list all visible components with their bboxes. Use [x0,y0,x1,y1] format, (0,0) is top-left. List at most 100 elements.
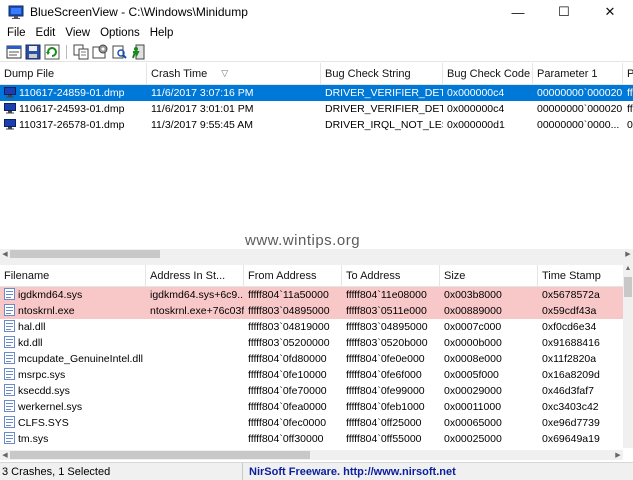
crash-bug-string-cell: DRIVER_IRQL_NOT_LESS... [325,119,443,131]
module-file-icon [4,288,15,301]
crash-param1-cell: 00000000`0000... [537,119,620,131]
crash-p-cell: 00 [627,119,633,131]
module-row[interactable]: ntoskrnl.exe ntoskrnl.exe+76c03f fffff803`… [0,303,623,319]
column-filename[interactable]: Filename [0,265,146,286]
module-row[interactable]: ksecdd.sys fffff804`0fe70000 fffff804`0fe9… [0,383,623,399]
module-file-cell: tm.sys [0,431,146,447]
status-crash-count: 3 Crashes, 1 Selected [0,463,243,480]
module-ts-cell: 0x11f2820a [542,353,597,365]
bsod-dump-icon [4,118,16,130]
column-dump-file[interactable]: Dump File [0,63,147,84]
module-ts-cell: 0x59cdf43a [542,305,597,317]
scroll-left-icon[interactable]: ◀ [0,451,10,459]
column-parameter-2[interactable]: P [623,63,633,84]
module-to-cell: fffff803`0511e000 [346,305,427,317]
module-size-cell: 0x0008e000 [444,353,502,365]
module-file-icon [4,416,15,429]
close-button[interactable]: ✕ [587,0,633,24]
module-from-cell: fffff803`05200000 [248,337,330,349]
module-file-name: igdkmd64.sys [18,289,83,301]
module-from-cell: fffff804`0fe10000 [248,369,327,381]
module-file-name: kd.dll [18,337,43,349]
save-icon[interactable] [24,43,42,61]
module-row[interactable]: mcupdate_GenuineIntel.dll fffff804`0fd800… [0,351,623,367]
module-row[interactable]: tm.sys fffff804`0ff30000 fffff804`0ff55000… [0,431,623,447]
crash-file-cell: 110617-24593-01.dmp [0,101,147,117]
crash-row[interactable]: 110617-24593-01.dmp 11/6/2017 3:01:01 PM D… [0,101,633,117]
column-address-in-stack[interactable]: Address In St... [146,265,244,286]
column-to-address[interactable]: To Address [342,265,440,286]
search-icon[interactable] [110,43,128,61]
crash-time-cell: 11/3/2017 9:55:45 AM [151,119,253,131]
module-row[interactable]: msrpc.sys fffff804`0fe10000 fffff804`0fe6f… [0,367,623,383]
module-file-cell: ksecdd.sys [0,383,146,399]
crash-bug-code-cell: 0x000000c4 [447,103,505,115]
module-file-name: ksecdd.sys [18,385,70,397]
module-to-cell: fffff804`11e08000 [346,289,427,301]
properties-icon[interactable] [5,43,23,61]
column-from-address[interactable]: From Address [244,265,342,286]
refresh-icon[interactable] [43,43,61,61]
options-icon[interactable] [91,43,109,61]
module-row[interactable]: hal.dll fffff803`04819000 fffff803`0489500… [0,319,623,335]
minimize-button[interactable]: — [495,0,541,24]
nirsoft-link[interactable]: NirSoft Freeware. http://www.nirsoft.net [243,466,456,478]
scroll-left-icon[interactable]: ◀ [0,250,10,258]
module-file-icon [4,432,15,445]
crash-list-hscroll[interactable]: ◀ ▶ [0,249,633,259]
module-to-cell: fffff803`0520b000 [346,337,428,349]
column-bug-check-code[interactable]: Bug Check Code [443,63,533,84]
modules-list-hscroll-thumb[interactable] [10,451,310,459]
menu-help[interactable]: Help [145,27,179,39]
column-time-stamp[interactable]: Time Stamp [538,265,623,286]
module-row[interactable]: CLFS.SYS fffff804`0fec0000 fffff804`0ff250… [0,415,623,431]
module-size-cell: 0x0000b000 [444,337,502,349]
column-parameter-1[interactable]: Parameter 1 [533,63,623,84]
sort-indicator-icon: ▽ [221,68,229,78]
module-file-name: hal.dll [18,321,46,333]
column-bug-check-string[interactable]: Bug Check String [321,63,443,84]
toolbar [0,42,633,62]
crash-row[interactable]: 110317-26578-01.dmp 11/3/2017 9:55:45 AM D… [0,117,633,133]
menu-edit[interactable]: Edit [31,27,61,39]
module-from-cell: fffff804`0ff30000 [248,433,324,445]
exit-icon[interactable] [129,43,147,61]
crash-time-cell: 11/6/2017 3:07:16 PM [151,87,254,99]
menu-view[interactable]: View [60,27,95,39]
module-to-cell: fffff803`04895000 [346,321,428,333]
modules-list-pane: Filename Address In St... From Address T… [0,265,633,448]
modules-list-hscroll[interactable]: ◀ ▶ [0,450,623,460]
module-file-name: ntoskrnl.exe [18,305,75,317]
module-row[interactable]: igdkmd64.sys igdkmd64.sys+6c9... fffff804`… [0,287,623,303]
crash-list-hscroll-thumb[interactable] [10,250,160,258]
scroll-up-icon[interactable]: ▲ [623,265,633,275]
modules-list-vscroll[interactable]: ▲ [623,265,633,448]
modules-list-header: Filename Address In St... From Address T… [0,265,633,287]
module-file-name: msrpc.sys [18,369,66,381]
column-crash-time[interactable]: Crash Time ▽ [147,63,321,84]
module-size-cell: 0x0007c000 [444,321,502,333]
module-from-cell: fffff804`11a50000 [248,289,329,301]
module-to-cell: fffff804`0fe0e000 [346,353,425,365]
module-file-icon [4,352,15,365]
module-row[interactable]: werkernel.sys fffff804`0fea0000 fffff804`0… [0,399,623,415]
crash-row[interactable]: 110617-24859-01.dmp 11/6/2017 3:07:16 PM D… [0,85,633,101]
module-from-cell: fffff803`04895000 [248,305,330,317]
module-file-cell: ntoskrnl.exe [0,303,146,319]
module-row[interactable]: kd.dll fffff803`05200000 fffff803`0520b000… [0,335,623,351]
menu-options[interactable]: Options [95,27,145,39]
module-ts-cell: 0xe96d7739 [542,417,600,429]
module-file-cell: igdkmd64.sys [0,287,146,303]
modules-list-vscroll-thumb[interactable] [624,277,632,297]
copy-icon[interactable] [72,43,90,61]
scroll-right-icon[interactable]: ▶ [613,451,623,459]
maximize-button[interactable]: ☐ [541,0,587,24]
scroll-right-icon[interactable]: ▶ [623,250,633,258]
crash-file-name: 110617-24593-01.dmp [19,103,125,115]
crash-p-cell: ff [627,103,633,115]
column-size[interactable]: Size [440,265,538,286]
menu-file[interactable]: File [2,27,31,39]
module-file-cell: kd.dll [0,335,146,351]
module-size-cell: 0x00011000 [444,401,502,413]
module-file-cell: mcupdate_GenuineIntel.dll [0,351,146,367]
